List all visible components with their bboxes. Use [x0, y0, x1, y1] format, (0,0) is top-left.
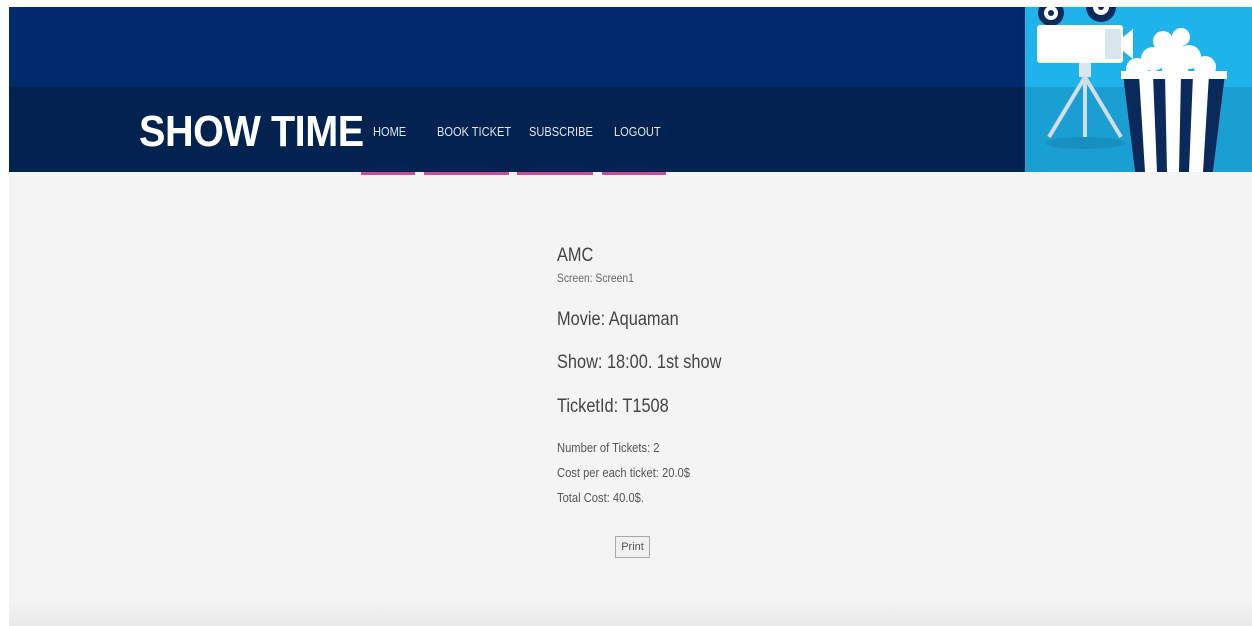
nav-item-book-ticket[interactable]: BOOK TICKET	[437, 124, 511, 139]
nav-item-home[interactable]: HOME	[373, 124, 406, 139]
nav-underline-home	[361, 172, 415, 175]
cinema-name: AMC	[557, 245, 594, 266]
nav-underline-logout	[602, 172, 666, 175]
site-logo[interactable]: SHOW TIME	[139, 107, 364, 157]
page-frame: SHOW TIME HOME BOOK TICKET SUBSCRIBE LOG…	[9, 7, 1252, 626]
screen-name: Screen: Screen1	[557, 271, 634, 285]
footer-shade	[9, 600, 1252, 626]
ticket-id: TicketId: T1508	[557, 396, 669, 417]
number-of-tickets: Number of Tickets: 2	[557, 440, 660, 455]
print-button[interactable]: Print	[615, 536, 650, 558]
show-time: Show: 18:00. 1st show	[557, 352, 722, 373]
nav-item-subscribe[interactable]: SUBSCRIBE	[529, 124, 593, 139]
cost-per-ticket: Cost per each ticket: 20.0$	[557, 465, 691, 480]
nav-underline-book-ticket	[424, 172, 509, 175]
movie-camera-popcorn-icon	[1025, 7, 1252, 172]
ticket-details: AMC Screen: Screen1 Movie: Aquaman Show:…	[557, 245, 721, 505]
header-top-band	[9, 7, 1025, 87]
nav-item-logout[interactable]: LOGOUT	[614, 124, 661, 139]
total-cost: Total Cost: 40.0$.	[557, 490, 645, 505]
hero-illustration	[1025, 7, 1252, 172]
movie-title: Movie: Aquaman	[557, 309, 679, 330]
nav-underline-subscribe	[517, 172, 593, 175]
